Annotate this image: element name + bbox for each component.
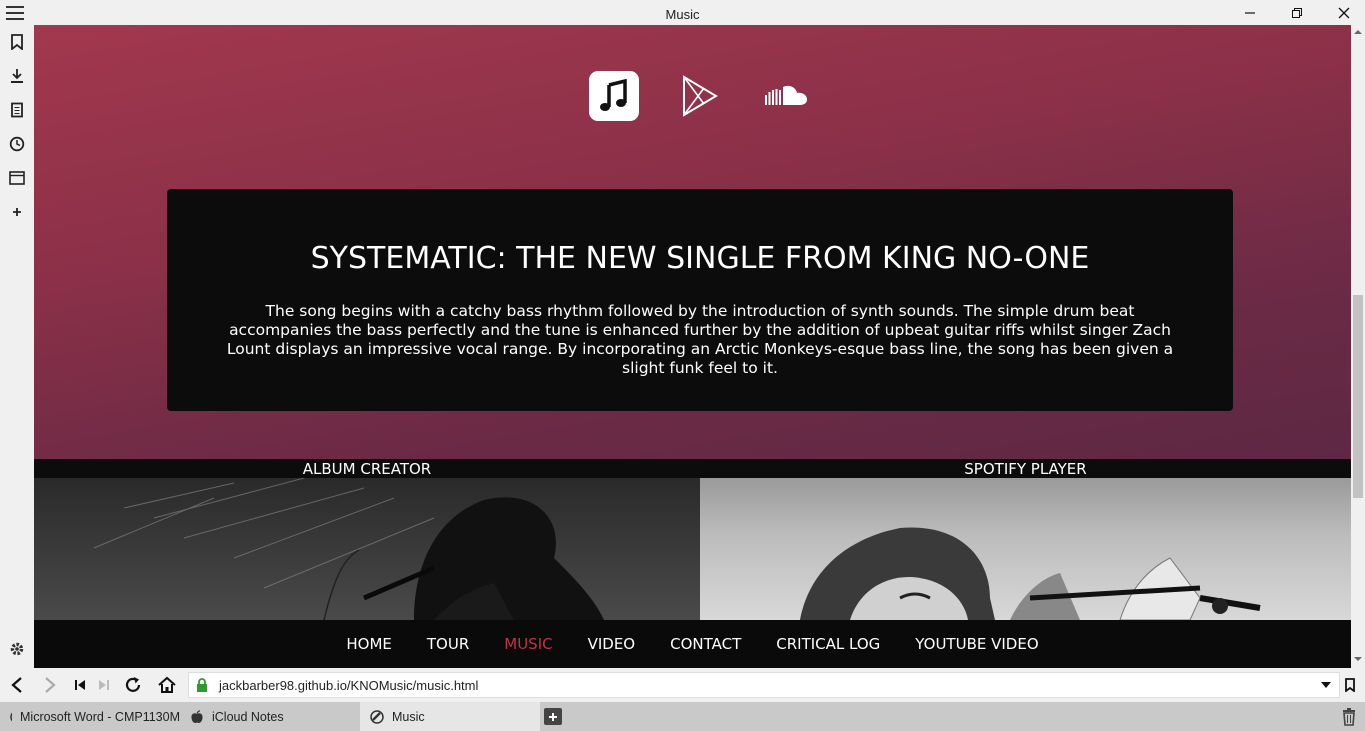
title-bar: Music [0,0,1365,25]
lock-icon [197,678,207,692]
bookmark-icon[interactable] [7,32,27,52]
tab-label: Microsoft Word - CMP1130M [20,709,180,724]
soundcloud-icon[interactable] [761,71,811,121]
notes-icon[interactable] [7,100,27,120]
tab-label: iCloud Notes [212,709,284,724]
tab-bar: Microsoft Word - CMP1130M iCloud Notes M… [0,702,1365,731]
nav-contact[interactable]: CONTACT [670,635,741,653]
back-icon[interactable] [5,673,29,697]
globe-icon [10,711,12,722]
url-dropdown-icon[interactable] [1321,682,1331,689]
plus-icon [549,712,557,721]
scroll-up-icon[interactable] [1354,29,1362,35]
album-creator-photo[interactable] [34,478,700,620]
restore-button[interactable] [1274,0,1320,25]
nav-critical-log[interactable]: CRITICAL LOG [776,635,880,653]
browser-sidebar [0,25,34,668]
vertical-scrollbar[interactable] [1351,25,1365,668]
apple-music-icon[interactable] [589,71,639,121]
url-text: jackbarber98.github.io/KNOMusic/music.ht… [219,678,479,693]
cards-header: ALBUM CREATOR SPOTIFY PLAYER [34,459,1351,478]
apple-icon [191,709,203,723]
tab-microsoft-word[interactable]: Microsoft Word - CMP1130M [0,702,180,731]
bookmark-page-icon[interactable] [1338,673,1362,697]
close-button[interactable] [1321,0,1365,25]
home-icon[interactable] [155,673,179,697]
scroll-thumb[interactable] [1353,295,1363,498]
new-tab-button[interactable] [544,708,562,725]
forward-icon[interactable] [38,673,62,697]
fast-forward-icon[interactable] [92,673,116,697]
url-field[interactable]: jackbarber98.github.io/KNOMusic/music.ht… [188,672,1340,698]
globe-icon [370,709,384,724]
page-viewport: SYSTEMATIC: THE NEW SINGLE FROM KING NO-… [34,25,1351,668]
settings-icon[interactable] [7,639,27,659]
article-heading: SYSTEMATIC: THE NEW SINGLE FROM KING NO-… [310,241,1090,276]
google-play-icon[interactable] [675,71,725,121]
single-article: SYSTEMATIC: THE NEW SINGLE FROM KING NO-… [167,189,1233,411]
spotify-player-label[interactable]: SPOTIFY PLAYER [700,460,1351,478]
tab-music[interactable]: Music [360,702,540,731]
add-panel-icon[interactable] [7,202,27,222]
article-body: The song begins with a catchy bass rhyth… [226,302,1174,377]
trash-icon[interactable] [1341,708,1359,726]
rewind-icon[interactable] [68,673,92,697]
window-panel-icon[interactable] [7,168,27,188]
scroll-down-icon[interactable] [1354,656,1362,662]
nav-tour[interactable]: TOUR [427,635,469,653]
reload-icon[interactable] [121,673,145,697]
address-bar: jackbarber98.github.io/KNOMusic/music.ht… [0,668,1365,702]
site-navbar: HOME TOUR MUSIC VIDEO CONTACT CRITICAL L… [34,620,1351,668]
minimize-button[interactable] [1227,0,1273,25]
nav-music[interactable]: MUSIC [504,635,552,653]
nav-video[interactable]: VIDEO [588,635,636,653]
spotify-player-photo[interactable] [700,478,1351,620]
album-creator-label[interactable]: ALBUM CREATOR [34,460,700,478]
tab-icloud-notes[interactable]: iCloud Notes [180,702,360,731]
download-icon[interactable] [7,66,27,86]
nav-youtube-video[interactable]: YOUTUBE VIDEO [915,635,1038,653]
nav-home[interactable]: HOME [346,635,392,653]
window-title: Music [665,7,700,22]
history-icon[interactable] [7,134,27,154]
tab-label: Music [392,709,425,724]
hero-section: SYSTEMATIC: THE NEW SINGLE FROM KING NO-… [34,25,1351,459]
